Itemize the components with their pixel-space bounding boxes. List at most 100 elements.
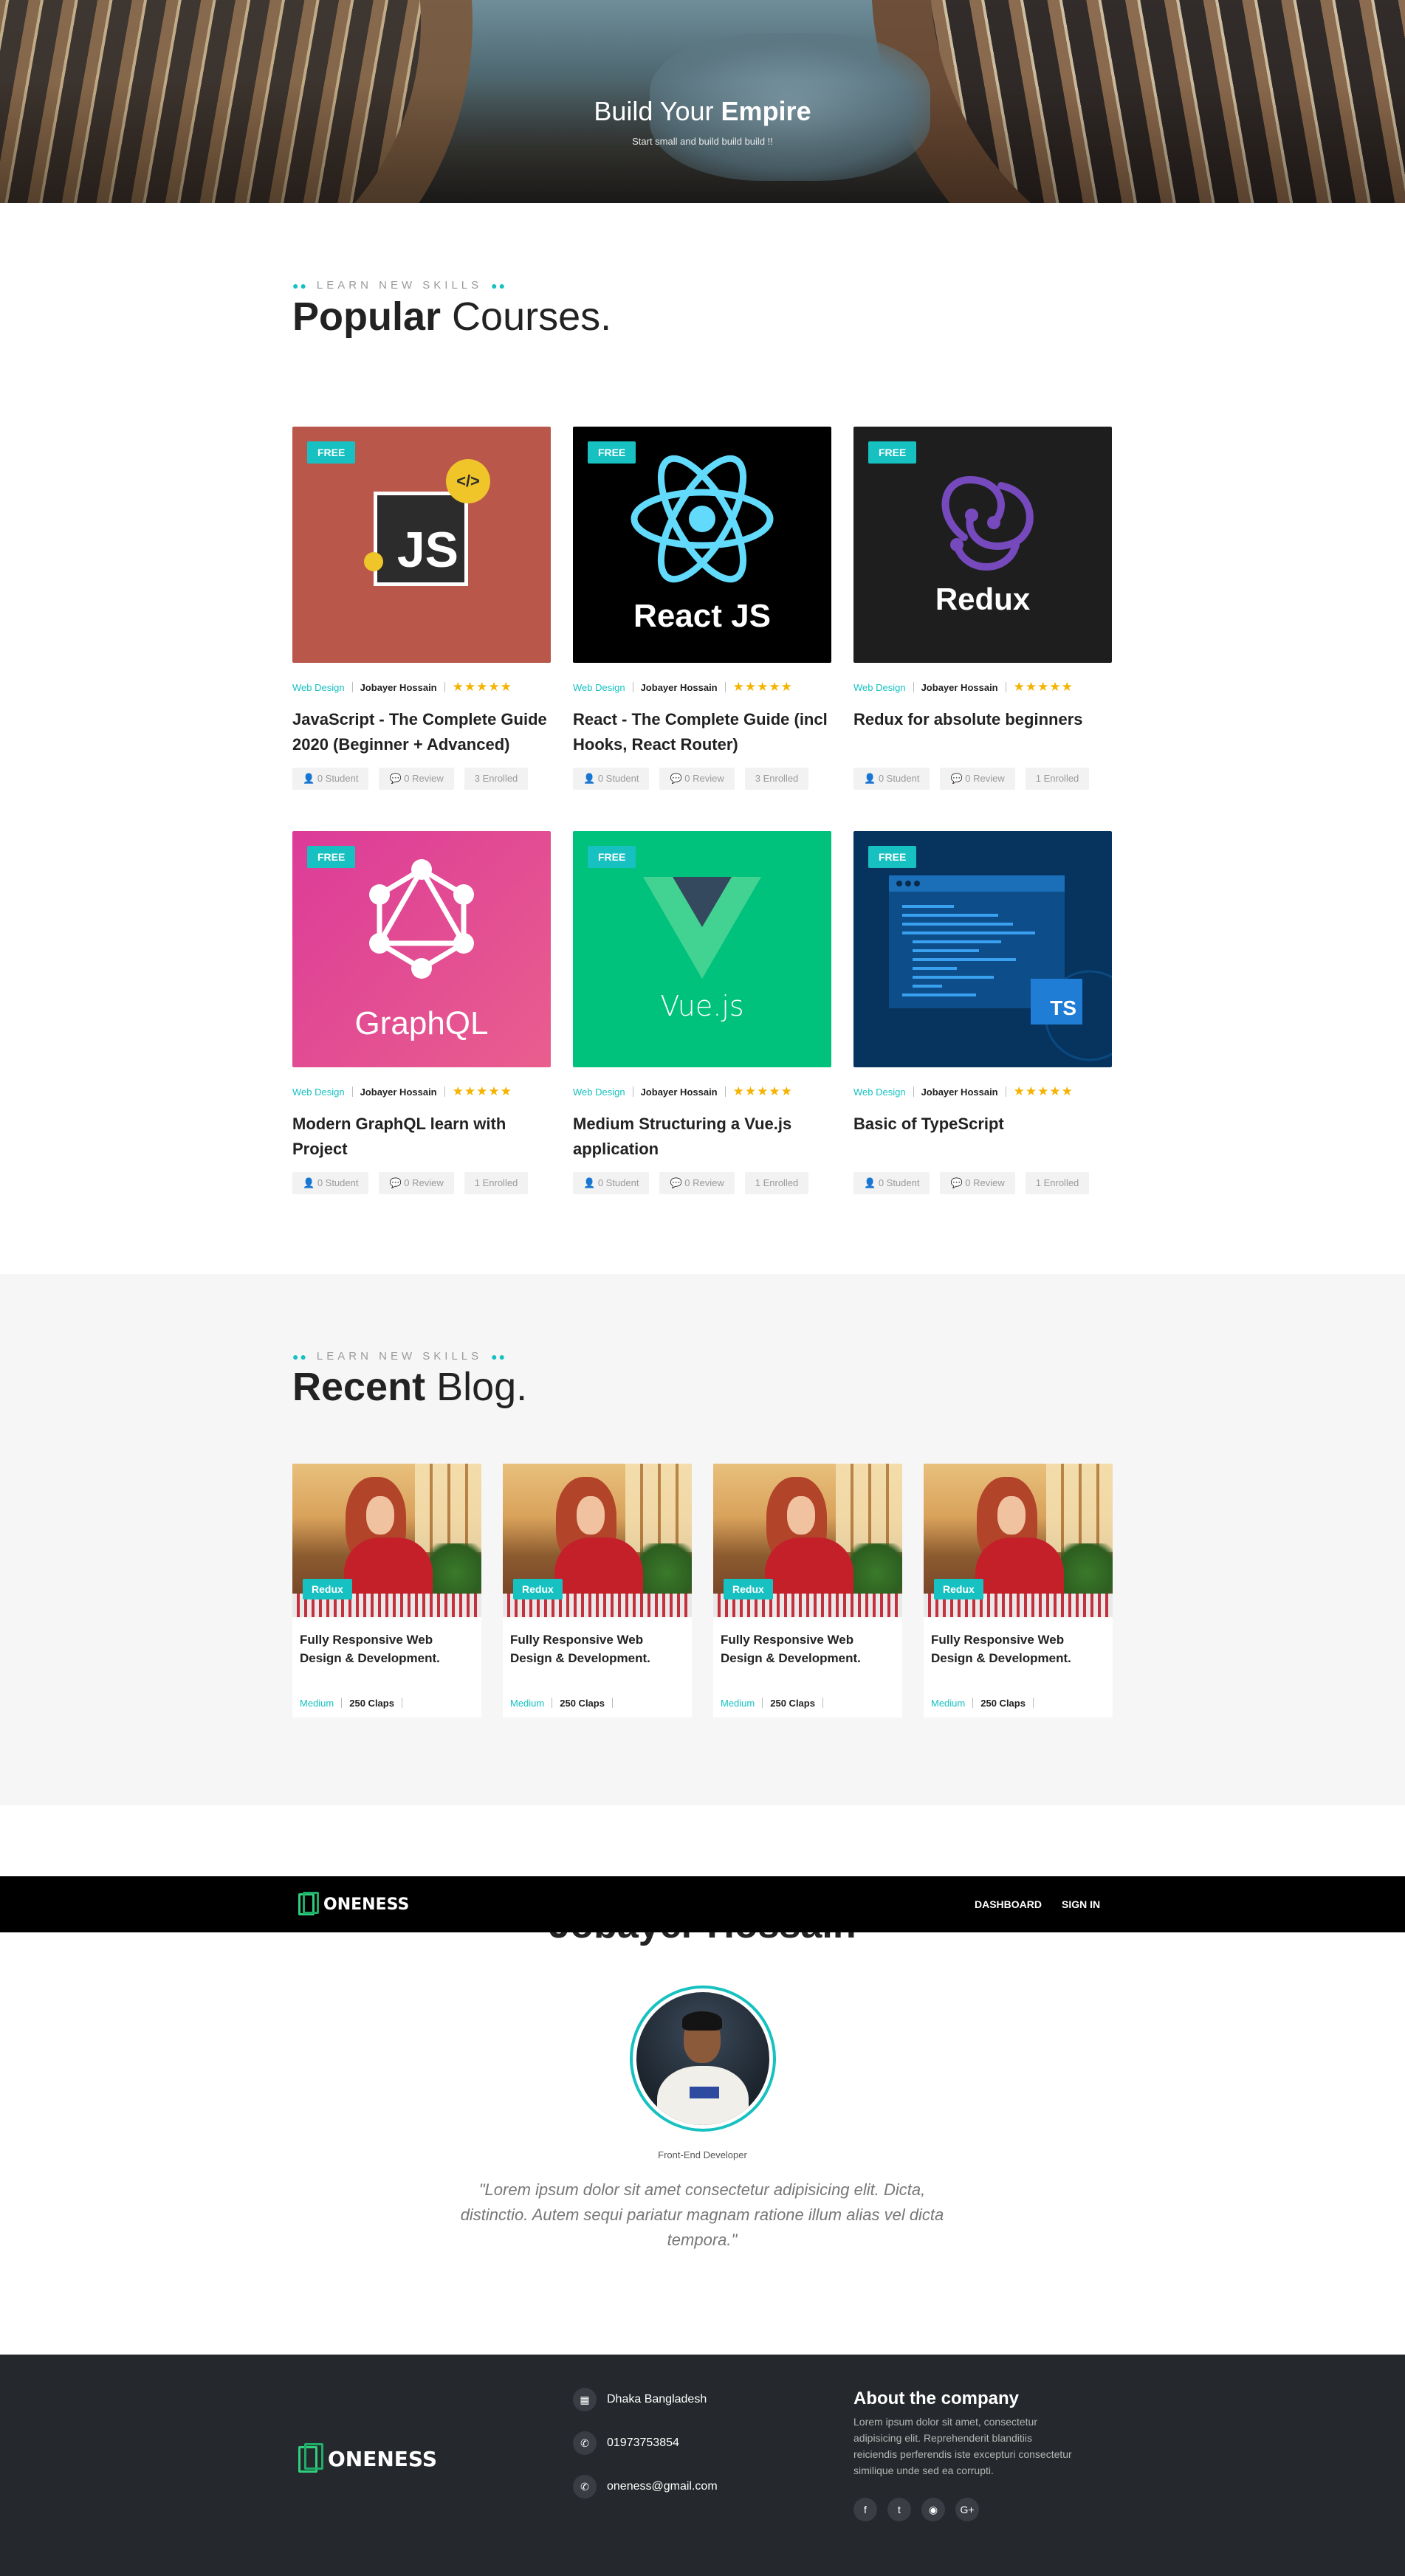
- navbar-logo[interactable]: ONENESS: [298, 1892, 409, 1917]
- blog-card[interactable]: Redux Fully Responsive Web Design & Deve…: [713, 1464, 902, 1718]
- star-rating-icon: ★★★★★: [1013, 1084, 1073, 1098]
- course-card[interactable]: FREE React JS Web Design Jobayer Hossain…: [573, 427, 831, 790]
- courses-section-title: Popular Courses.: [292, 295, 612, 339]
- facebook-icon[interactable]: f: [853, 2498, 877, 2521]
- course-card[interactable]: FREE GraphQL Web Design Jobayer Hossain …: [292, 831, 551, 1194]
- course-title[interactable]: Modern GraphQL learn with Project: [292, 1112, 551, 1162]
- blog-image[interactable]: Redux: [292, 1464, 481, 1617]
- star-rating-icon: ★★★★★: [732, 680, 793, 694]
- redux-logo-text: Redux: [935, 582, 1031, 616]
- code-icon: </>: [446, 459, 490, 503]
- course-thumbnail-redux[interactable]: FREE Redux: [853, 427, 1112, 663]
- star-rating-icon: ★★★★★: [452, 1084, 512, 1098]
- enrolled-count: 1 Enrolled: [1025, 1172, 1090, 1194]
- react-logo-text: React JS: [633, 598, 771, 634]
- blog-title[interactable]: Fully Responsive Web Design & Developmen…: [503, 1617, 692, 1676]
- about-title: About the company: [853, 2389, 1020, 2408]
- blog-card[interactable]: Redux Fully Responsive Web Design & Deve…: [924, 1464, 1113, 1718]
- blog-card[interactable]: Redux Fully Responsive Web Design & Deve…: [292, 1464, 481, 1718]
- blog-claps: 250 Claps: [349, 1697, 394, 1709]
- course-author[interactable]: Jobayer Hossain: [641, 682, 718, 693]
- free-badge: FREE: [588, 846, 636, 868]
- students-count: 👤 0 Student: [292, 1172, 369, 1194]
- blog-source[interactable]: Medium: [300, 1698, 334, 1709]
- github-icon[interactable]: ◉: [921, 2498, 945, 2521]
- blog-source[interactable]: Medium: [721, 1698, 755, 1709]
- avatar: [630, 1986, 776, 2132]
- course-author[interactable]: Jobayer Hossain: [921, 682, 998, 693]
- course-thumbnail-graphql[interactable]: FREE GraphQL: [292, 831, 551, 1067]
- course-thumbnail-react[interactable]: FREE React JS: [573, 427, 831, 663]
- course-title[interactable]: Redux for absolute beginners: [853, 707, 1112, 757]
- students-count: 👤 0 Student: [573, 1172, 650, 1194]
- course-category[interactable]: Web Design: [292, 1086, 345, 1098]
- course-thumbnail-js[interactable]: FREE JS </>: [292, 427, 551, 663]
- social-links: f t ◉ G+: [853, 2498, 979, 2521]
- course-card[interactable]: FREE Vue.js Web Design Jobayer Hossain ★…: [573, 831, 831, 1194]
- contact-email[interactable]: ✆ oneness@gmail.com: [573, 2475, 718, 2498]
- star-rating-icon: ★★★★★: [732, 1084, 793, 1098]
- dots-icon: ●●: [292, 1350, 308, 1363]
- course-category[interactable]: Web Design: [853, 682, 906, 693]
- enrolled-count: 1 Enrolled: [744, 1172, 809, 1194]
- course-title[interactable]: Basic of TypeScript: [853, 1112, 1112, 1162]
- typescript-logo-icon: TS: [1031, 979, 1082, 1024]
- course-author[interactable]: Jobayer Hossain: [360, 1086, 437, 1098]
- course-author[interactable]: Jobayer Hossain: [360, 682, 437, 693]
- course-title[interactable]: Medium Structuring a Vue.js application: [573, 1112, 831, 1162]
- dots-icon: ●●: [491, 1350, 507, 1363]
- nav-signin-link[interactable]: SIGN IN: [1062, 1898, 1100, 1910]
- blog-image[interactable]: Redux: [503, 1464, 692, 1617]
- blog-claps: 250 Claps: [560, 1697, 605, 1709]
- contact-address: ▦ Dhaka Bangladesh: [573, 2388, 707, 2411]
- course-category[interactable]: Web Design: [292, 682, 345, 693]
- js-logo-icon: JS: [374, 492, 468, 586]
- blog-source[interactable]: Medium: [931, 1698, 965, 1709]
- enrolled-count: 3 Enrolled: [464, 768, 529, 790]
- course-title[interactable]: React - The Complete Guide (incl Hooks, …: [573, 707, 831, 757]
- course-thumbnail-typescript[interactable]: FREE TS: [853, 831, 1112, 1067]
- blog-image[interactable]: Redux: [924, 1464, 1113, 1617]
- blog-claps: 250 Claps: [770, 1697, 815, 1709]
- twitter-icon[interactable]: t: [887, 2498, 911, 2521]
- course-category[interactable]: Web Design: [573, 1086, 625, 1098]
- google-plus-icon[interactable]: G+: [955, 2498, 979, 2521]
- course-thumbnail-vue[interactable]: FREE Vue.js: [573, 831, 831, 1067]
- course-author[interactable]: Jobayer Hossain: [641, 1086, 718, 1098]
- blog-image[interactable]: Redux: [713, 1464, 902, 1617]
- blog-source[interactable]: Medium: [510, 1698, 544, 1709]
- course-card[interactable]: FREE Redux Web Design Jobayer Hossain ★★…: [853, 427, 1112, 790]
- free-badge: FREE: [307, 441, 356, 464]
- oneness-logo-icon: [298, 1892, 320, 1917]
- blog-title[interactable]: Fully Responsive Web Design & Developmen…: [713, 1617, 902, 1676]
- map-icon: ▦: [573, 2388, 597, 2411]
- blog-title[interactable]: Fully Responsive Web Design & Developmen…: [924, 1617, 1113, 1676]
- enrolled-count: 1 Enrolled: [464, 1172, 529, 1194]
- students-count: 👤 0 Student: [853, 768, 930, 790]
- reviews-count: 💬 0 Review: [659, 1172, 735, 1194]
- reviews-count: 💬 0 Review: [379, 768, 454, 790]
- nav-dashboard-link[interactable]: DASHBOARD: [975, 1898, 1042, 1910]
- sticky-navbar: ONENESS DASHBOARD SIGN IN: [0, 1876, 1405, 1932]
- course-category[interactable]: Web Design: [853, 1086, 906, 1098]
- hero-subtitle: Start small and build build build !!: [632, 136, 773, 147]
- hero-banner: Build Your Empire Start small and build …: [0, 0, 1405, 203]
- contact-phone[interactable]: ✆ 01973753854: [573, 2431, 679, 2455]
- course-card[interactable]: FREE JS </> Web Design Jobayer Hossain ★…: [292, 427, 551, 790]
- blog-tag-badge[interactable]: Redux: [303, 1579, 352, 1599]
- course-author[interactable]: Jobayer Hossain: [921, 1086, 998, 1098]
- footer-logo[interactable]: ONENESS: [298, 2443, 437, 2474]
- course-card[interactable]: FREE TS Web Design Jobayer Hossain ★★★★★…: [853, 831, 1112, 1194]
- students-count: 👤 0 Student: [292, 768, 369, 790]
- about-text: Lorem ipsum dolor sit amet, consectetur …: [853, 2416, 1072, 2476]
- blog-card[interactable]: Redux Fully Responsive Web Design & Deve…: [503, 1464, 692, 1718]
- enrolled-count: 3 Enrolled: [744, 768, 809, 790]
- course-category[interactable]: Web Design: [573, 682, 625, 693]
- blog-section: [0, 1274, 1405, 1805]
- blog-tag-badge[interactable]: Redux: [513, 1579, 563, 1599]
- course-title[interactable]: JavaScript - The Complete Guide 2020 (Be…: [292, 707, 551, 757]
- blog-title[interactable]: Fully Responsive Web Design & Developmen…: [292, 1617, 481, 1676]
- star-rating-icon: ★★★★★: [1013, 680, 1073, 694]
- blog-tag-badge[interactable]: Redux: [724, 1579, 773, 1599]
- blog-tag-badge[interactable]: Redux: [934, 1579, 983, 1599]
